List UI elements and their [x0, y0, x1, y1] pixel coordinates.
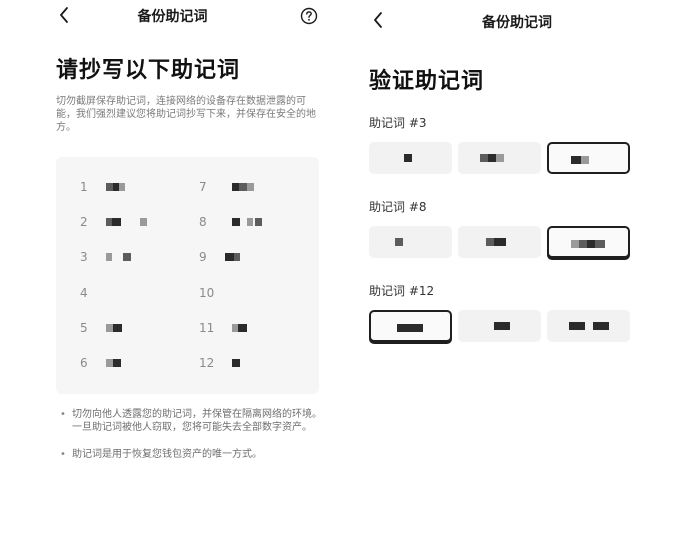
tip-item: 助记词是用于恢复您钱包资产的唯一方式。 — [60, 448, 322, 461]
word-index: 4 — [80, 286, 88, 300]
nav-title: 备份助记词 — [137, 9, 208, 25]
mnemonic-word: 12 — [199, 351, 314, 375]
redacted-word — [225, 356, 285, 370]
backup-mnemonic-screen: 备份助记词 请抄写以下助记词 切勿截屏保存助记词，连接网络的设备存在数据泄露的可… — [0, 0, 345, 539]
redacted-word — [106, 250, 166, 264]
word-index: 6 — [80, 356, 88, 370]
redacted-word — [106, 356, 166, 370]
help-icon[interactable] — [300, 7, 318, 25]
word-index: 2 — [80, 215, 88, 229]
word-index: 1 — [80, 180, 88, 194]
verify-mnemonic-screen: 备份助记词 验证助记词 助记词 #3 助记词 #8 助记词 #12 — [345, 0, 689, 539]
word-index: 5 — [80, 321, 88, 335]
word-option[interactable] — [369, 142, 452, 174]
word-index: 9 — [199, 250, 207, 264]
mnemonic-word: 8 — [199, 210, 314, 234]
redacted-word — [106, 215, 166, 229]
tip-item: 切勿向他人透露您的助记词，并保管在隔离网络的环境。一旦助记词被他人窃取，您将可能… — [60, 408, 322, 434]
mnemonic-word: 3 — [80, 245, 195, 269]
redacted-word — [225, 250, 285, 264]
verify-question-label: 助记词 #8 — [369, 200, 427, 214]
mnemonic-word: 1 — [80, 175, 195, 199]
redacted-word — [225, 180, 285, 194]
word-option[interactable] — [458, 142, 541, 174]
word-option-selected[interactable] — [547, 226, 630, 258]
word-option[interactable] — [458, 226, 541, 258]
warning-description: 切勿截屏保存助记词，连接网络的设备存在数据泄露的可能，我们强烈建议您将助记词抄写… — [56, 96, 316, 133]
verify-question-label: 助记词 #12 — [369, 284, 435, 298]
verify-options-row — [369, 142, 631, 174]
mnemonic-word: 6 — [80, 351, 195, 375]
nav-bar: 备份助记词 — [345, 8, 689, 38]
word-option[interactable] — [547, 310, 630, 342]
word-index: 3 — [80, 250, 88, 264]
mnemonic-word: 9 — [199, 245, 314, 269]
page-title: 验证助记词 — [369, 69, 485, 94]
redacted-word — [225, 286, 285, 300]
page-title: 请抄写以下助记词 — [56, 58, 241, 83]
nav-title: 备份助记词 — [482, 15, 552, 31]
redacted-word — [106, 180, 166, 194]
mnemonic-words-panel: 1 2 3 4 5 6 7 8 9 10 11 12 — [56, 157, 319, 394]
word-index: 10 — [199, 286, 215, 300]
word-option-selected[interactable] — [369, 310, 452, 342]
word-index: 12 — [199, 356, 215, 370]
mnemonic-word: 11 — [199, 316, 314, 340]
mnemonic-word: 2 — [80, 210, 195, 234]
mnemonic-word: 7 — [199, 175, 314, 199]
security-tips-list: 切勿向他人透露您的助记词，并保管在隔离网络的环境。一旦助记词被他人窃取，您将可能… — [60, 408, 322, 475]
redacted-word — [106, 321, 166, 335]
verify-options-row — [369, 310, 631, 342]
mnemonic-word: 4 — [80, 281, 195, 305]
redacted-word — [225, 215, 285, 229]
word-index: 11 — [199, 321, 215, 335]
verify-options-row — [369, 226, 631, 258]
verify-question-label: 助记词 #3 — [369, 116, 427, 130]
word-option[interactable] — [458, 310, 541, 342]
word-index: 7 — [199, 180, 207, 194]
word-option[interactable] — [369, 226, 452, 258]
word-option-selected[interactable] — [547, 142, 630, 174]
redacted-word — [106, 286, 166, 300]
word-index: 8 — [199, 215, 207, 229]
mnemonic-word: 5 — [80, 316, 195, 340]
mnemonic-word: 10 — [199, 281, 314, 305]
nav-bar: 备份助记词 — [0, 2, 345, 32]
redacted-word — [225, 321, 285, 335]
